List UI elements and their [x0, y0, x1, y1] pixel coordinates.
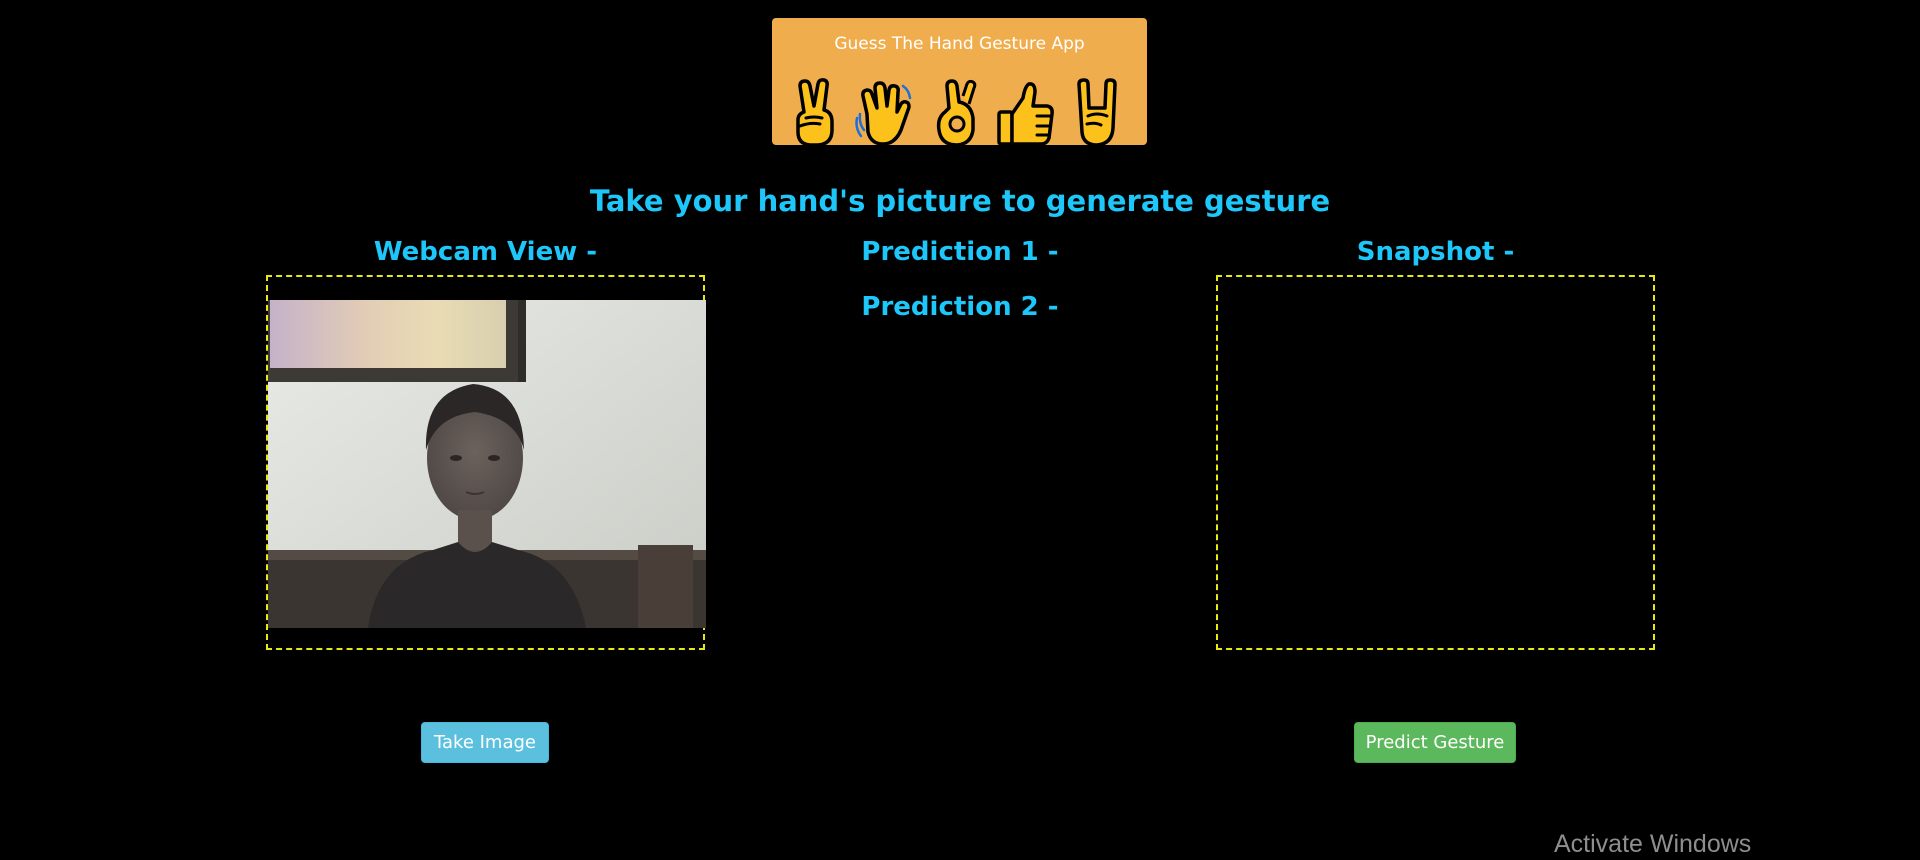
- gesture-emoji-row: [772, 78, 1147, 150]
- webcam-label: Webcam View -: [373, 237, 598, 267]
- take-image-button[interactable]: Take Image: [421, 722, 549, 763]
- webcam-video: [268, 300, 706, 628]
- app-title: Guess The Hand Gesture App: [834, 34, 1085, 54]
- thumbs-up-icon: [995, 78, 1055, 150]
- app-page: Guess The Hand Gesture App Take your han…: [0, 0, 1920, 860]
- predict-gesture-button[interactable]: Predict Gesture: [1354, 722, 1516, 763]
- prediction-1-label: Prediction 1 -: [861, 237, 1059, 267]
- snapshot-frame: [1216, 275, 1655, 650]
- rock-on-hand-icon: [1067, 78, 1127, 150]
- page-heading: Take your hand's picture to generate ges…: [589, 184, 1331, 218]
- activate-windows-watermark: Activate Windows: [1554, 830, 1752, 858]
- waving-hand-icon: [853, 78, 913, 150]
- prediction-2-label: Prediction 2 -: [861, 292, 1059, 322]
- snapshot-label: Snapshot -: [1356, 237, 1515, 267]
- victory-hand-icon: [786, 78, 846, 150]
- app-banner: Guess The Hand Gesture App: [772, 18, 1147, 147]
- ok-hand-icon: [927, 78, 987, 150]
